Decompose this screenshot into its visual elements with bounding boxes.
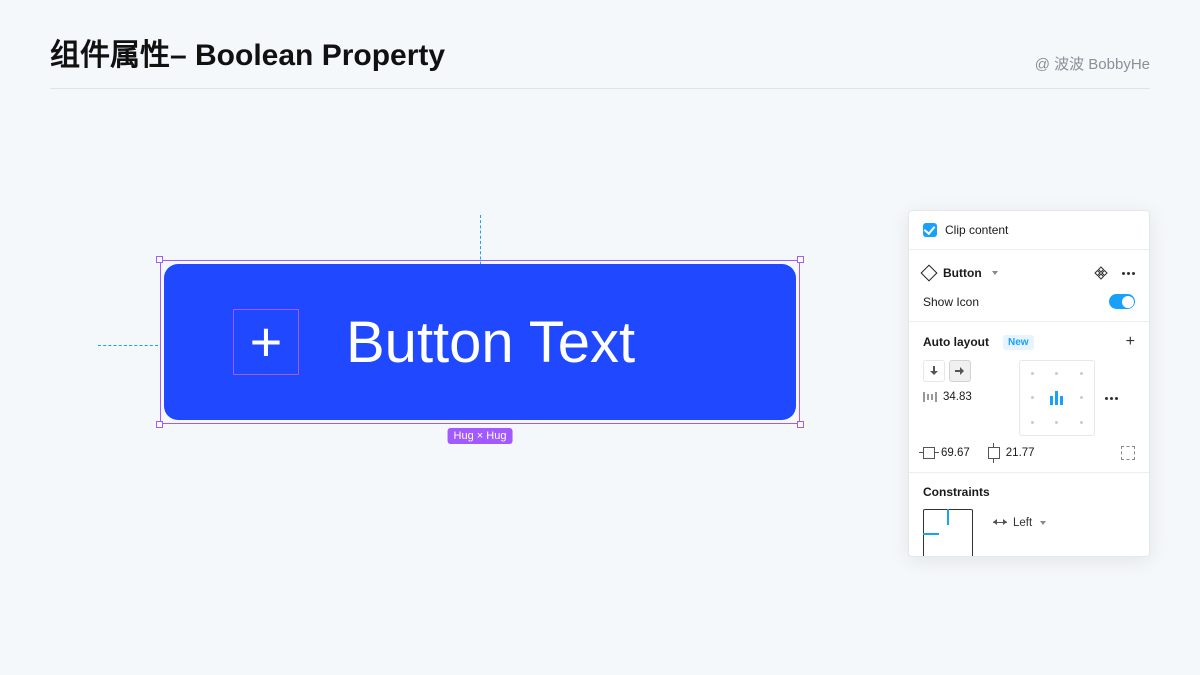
go-to-main-component-icon[interactable]	[1090, 262, 1112, 284]
new-badge: New	[1003, 335, 1034, 350]
padding-horizontal-value[interactable]: 69.67	[941, 447, 970, 459]
button-text-label[interactable]: Button Text	[346, 309, 635, 376]
resize-handle-bl[interactable]	[156, 421, 163, 428]
gap-value[interactable]: 34.83	[943, 391, 972, 403]
auto-layout-section: Auto layout New + 34.83	[909, 322, 1149, 473]
auto-layout-title: Auto layout	[923, 335, 989, 349]
show-icon-toggle[interactable]	[1109, 294, 1135, 309]
component-name[interactable]: Button	[943, 266, 982, 280]
slide-title: 组件属性– Boolean Property	[50, 30, 445, 74]
chevron-down-icon[interactable]	[992, 271, 998, 275]
boolean-property-label: Show Icon	[923, 295, 979, 309]
alignment-guide-horizontal	[98, 345, 158, 346]
constraints-title: Constraints	[923, 485, 1135, 499]
author-credit: @ 波波 BobbyHe	[1035, 53, 1150, 74]
constraint-horizontal-select[interactable]: Left	[993, 517, 1046, 529]
plus-icon-layer[interactable]: +	[234, 310, 298, 374]
resize-handle-tl[interactable]	[156, 256, 163, 263]
design-canvas[interactable]: + Button Text Hug × Hug	[50, 100, 850, 600]
padding-vertical-value[interactable]: 21.77	[1006, 447, 1035, 459]
resize-handle-tr[interactable]	[797, 256, 804, 263]
slide-header: 组件属性– Boolean Property @ 波波 BobbyHe	[50, 30, 1150, 89]
inspector-panel: Clip content Button Show Icon	[908, 210, 1150, 557]
clip-content-section: Clip content	[909, 211, 1149, 250]
horizontal-constraint-icon	[993, 519, 1007, 527]
component-section: Button Show Icon	[909, 250, 1149, 322]
individual-padding-icon[interactable]	[1121, 446, 1135, 460]
clip-content-checkbox[interactable]	[923, 223, 937, 237]
constraints-section: Constraints Left	[909, 473, 1149, 557]
alignment-grid[interactable]	[1019, 360, 1095, 436]
layer-selection-outline	[233, 309, 299, 375]
padding-vertical-row[interactable]: 21.77	[988, 447, 1035, 459]
component-icon	[921, 265, 938, 282]
padding-horizontal-row[interactable]: 69.67	[923, 447, 970, 459]
clip-content-label: Clip content	[945, 223, 1008, 237]
more-options-icon[interactable]	[1122, 272, 1135, 275]
constraint-horizontal-value: Left	[1013, 517, 1032, 529]
alignment-center-indicator	[1050, 391, 1063, 405]
constraints-widget[interactable]	[923, 509, 973, 557]
selected-frame[interactable]: + Button Text Hug × Hug	[160, 260, 800, 424]
gap-icon	[923, 390, 937, 404]
gap-row[interactable]: 34.83	[923, 390, 1009, 404]
add-auto-layout-button[interactable]: +	[1126, 334, 1135, 350]
dimension-badge: Hug × Hug	[448, 428, 513, 444]
auto-layout-more-icon[interactable]	[1105, 397, 1118, 400]
button-component[interactable]: + Button Text	[164, 264, 796, 420]
resize-handle-br[interactable]	[797, 421, 804, 428]
direction-vertical-button[interactable]	[923, 360, 945, 382]
padding-vertical-icon	[988, 447, 1000, 459]
padding-horizontal-icon	[923, 447, 935, 459]
chevron-down-icon	[1040, 521, 1046, 525]
direction-horizontal-button[interactable]	[949, 360, 971, 382]
